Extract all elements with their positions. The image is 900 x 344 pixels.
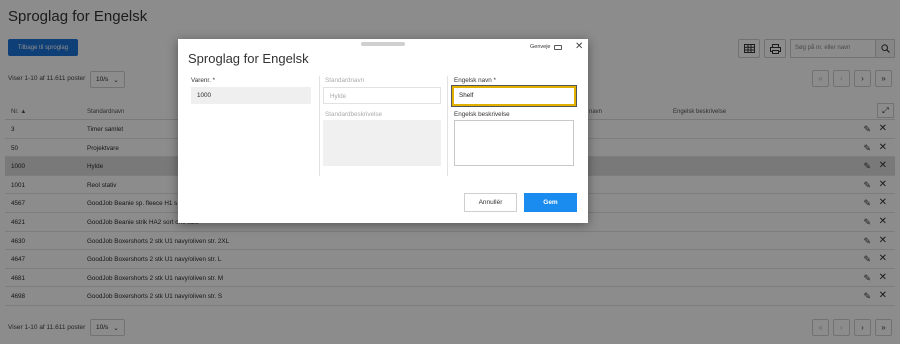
edit-language-dialog: Sproglag for Engelsk Genveje ✕ Varenr. *… — [178, 39, 588, 223]
varenr-label: Varenr. * — [191, 77, 216, 84]
standardbeskrivelse-field — [323, 120, 441, 166]
engelsk-beskrivelse-input[interactable] — [454, 120, 574, 166]
engelsk-navn-label: Engelsk navn * — [454, 77, 497, 84]
standardnavn-field: Hylde — [323, 87, 441, 104]
column-divider — [447, 76, 448, 176]
standardbeskrivelse-label: Standardbeskrivelse — [325, 111, 383, 118]
engelsk-beskrivelse-label: Engelsk beskrivelse — [454, 111, 510, 118]
standardnavn-label: Standardnavn — [325, 77, 365, 84]
close-icon[interactable]: ✕ — [575, 41, 583, 52]
shortcuts-link[interactable]: Genveje — [530, 44, 562, 50]
engelsk-navn-input[interactable]: Shelf — [452, 86, 576, 106]
cancel-button[interactable]: Annullér — [464, 193, 517, 212]
drag-handle[interactable] — [361, 42, 405, 46]
varenr-field: 1000 — [191, 87, 311, 104]
shortcuts-label: Genveje — [530, 44, 551, 50]
dialog-title: Sproglag for Engelsk — [188, 51, 309, 66]
column-divider — [319, 76, 320, 176]
save-button[interactable]: Gem — [524, 193, 577, 212]
keyboard-icon — [553, 44, 562, 50]
